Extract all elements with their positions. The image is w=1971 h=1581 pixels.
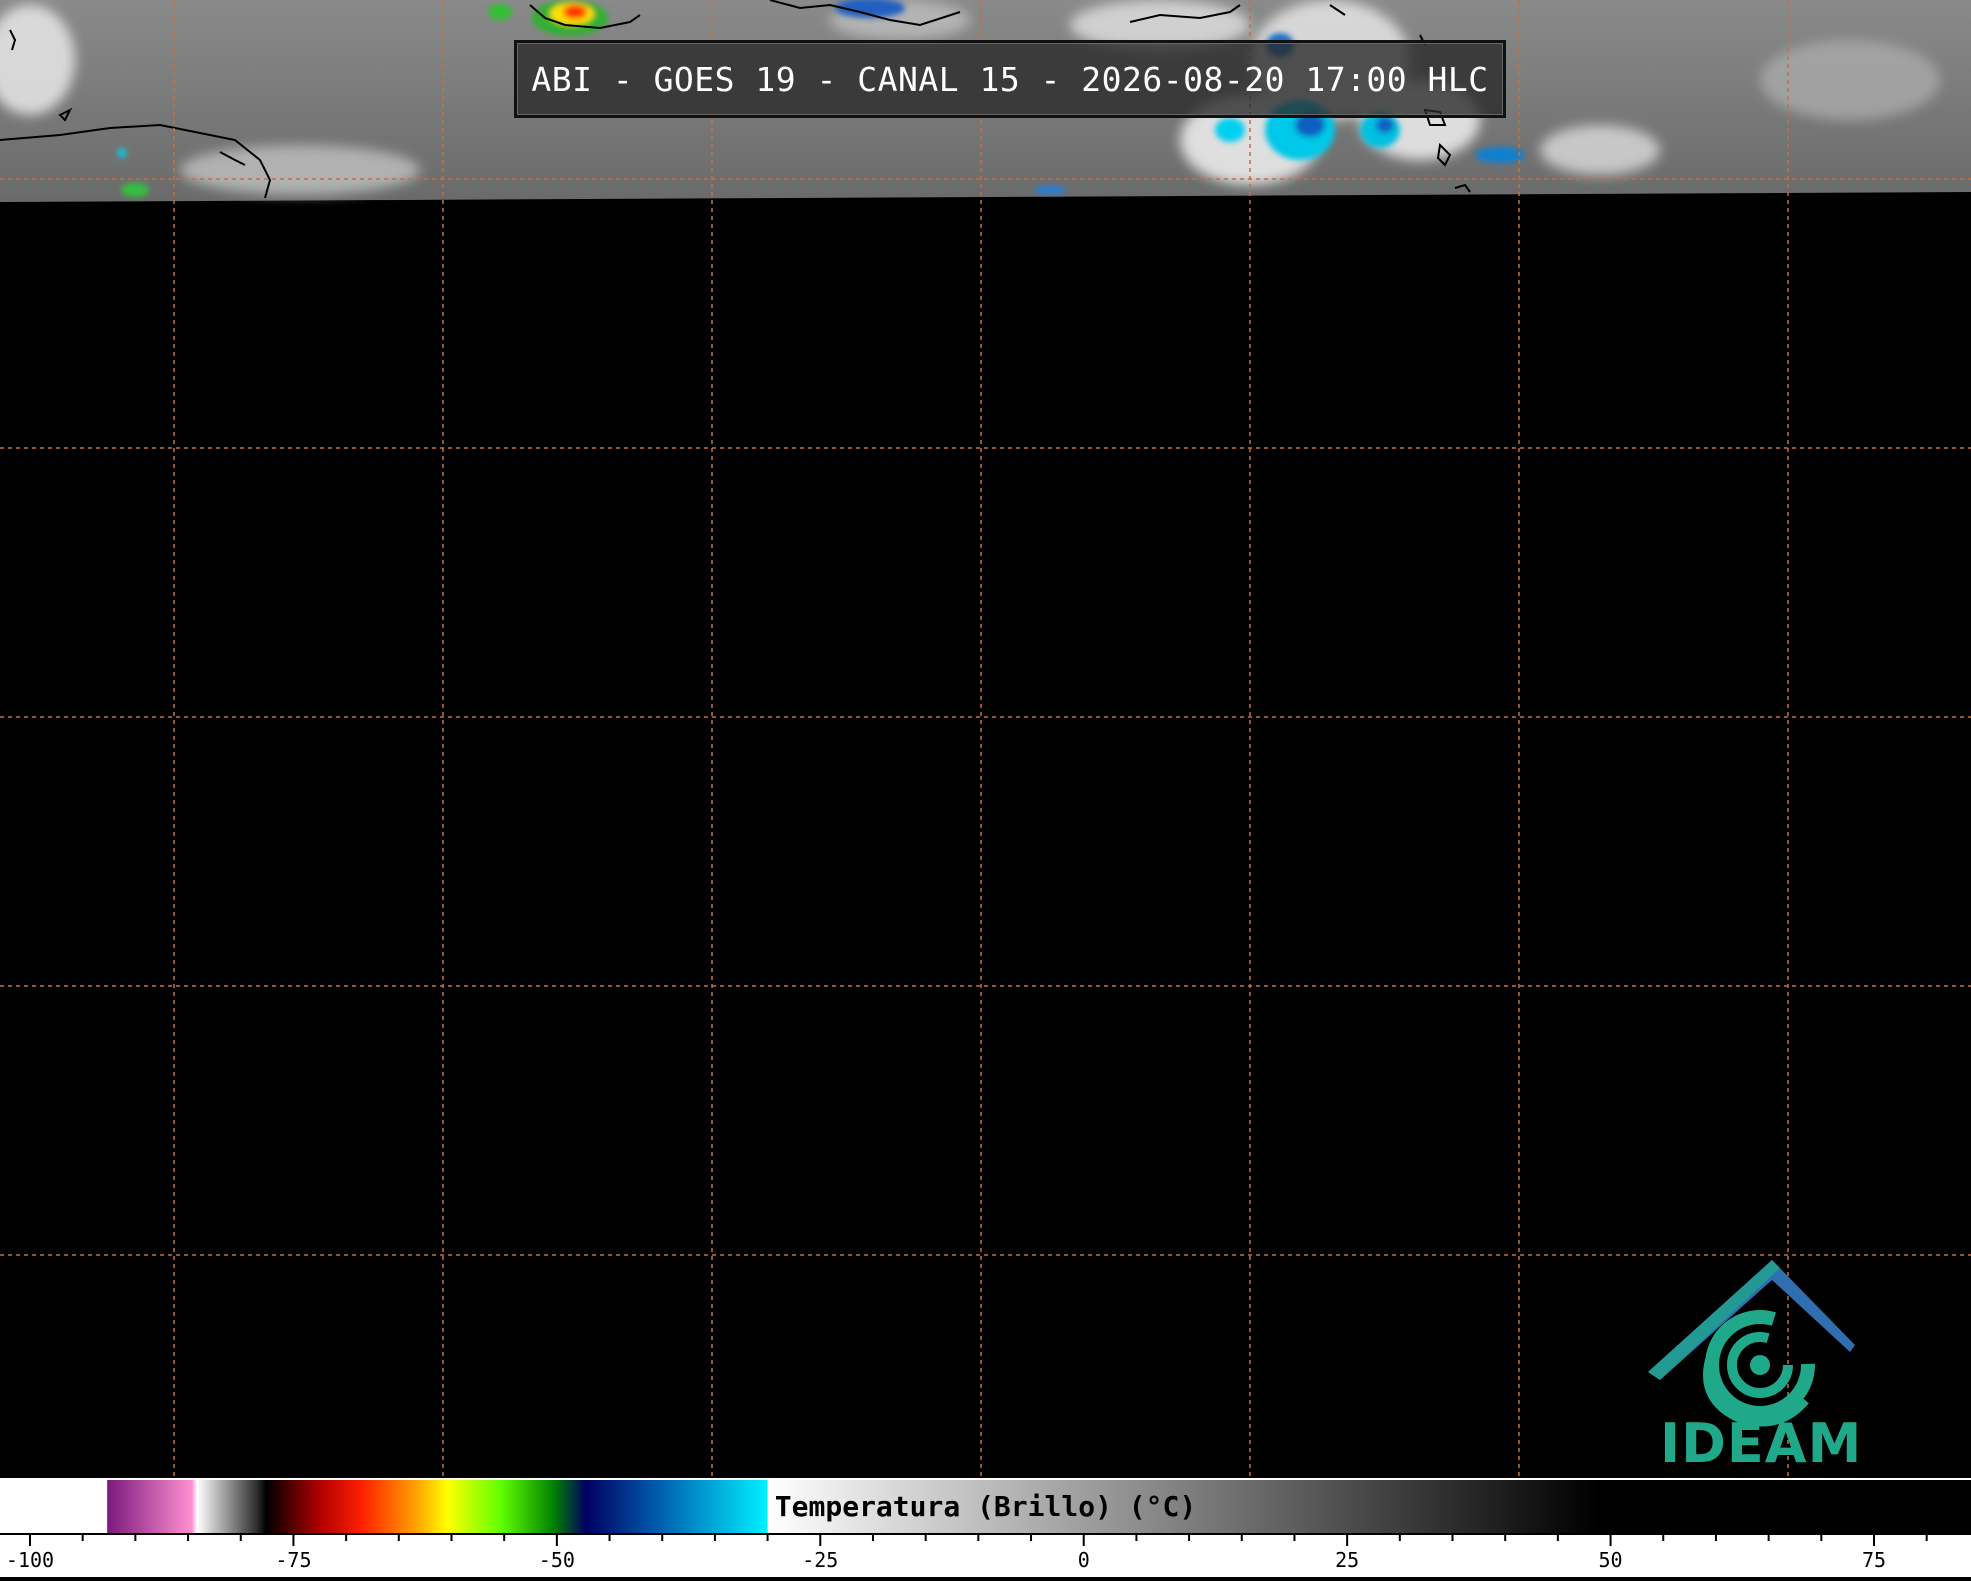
colorbar-tick-label: -50	[539, 1548, 575, 1572]
colorbar-tick-label: 75	[1862, 1548, 1886, 1572]
colorbar-tick-label: 0	[1078, 1548, 1090, 1572]
colorbar-tick-label: -25	[802, 1548, 838, 1572]
ideam-logo-text: IDEAM	[1660, 1412, 1863, 1475]
temperature-colorbar: -100 -75 -50 -25 0 25 50 75	[0, 1478, 1971, 1577]
colorbar-tick-label: 50	[1599, 1548, 1623, 1572]
colorbar-tick-label: -100	[6, 1548, 54, 1572]
satellite-map: ABI - GOES 19 - CANAL 15 - 2026-08-20 17…	[0, 0, 1971, 1577]
colorbar-gradient	[0, 1480, 1971, 1533]
colorbar-tick-label: 25	[1335, 1548, 1359, 1572]
product-title: ABI - GOES 19 - CANAL 15 - 2026-08-20 17…	[514, 40, 1506, 118]
colorbar-tick-label: -75	[275, 1548, 311, 1572]
